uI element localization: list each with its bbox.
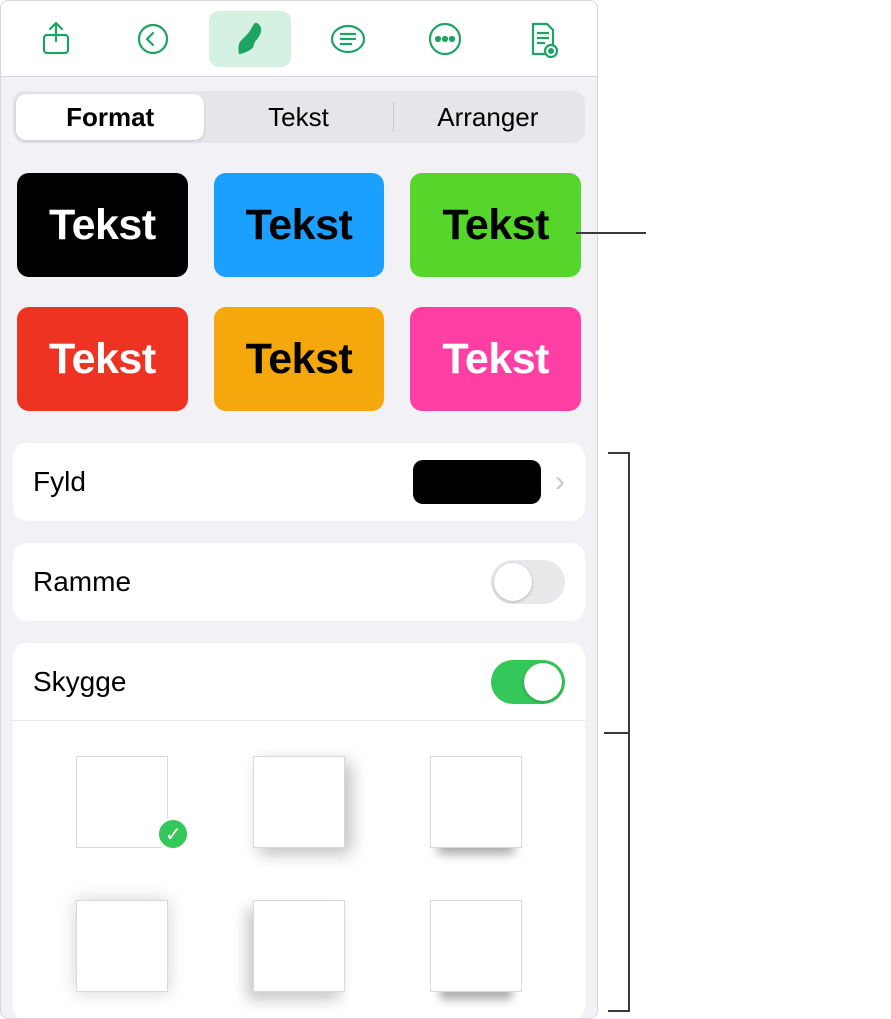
text-style-5[interactable]: Tekst [214, 307, 385, 411]
shadow-option-4[interactable] [53, 891, 190, 1001]
fill-card: Fyld › [13, 443, 585, 521]
document-view-icon [522, 19, 562, 59]
document-options-button[interactable] [501, 11, 583, 67]
undo-button[interactable] [112, 11, 194, 67]
text-style-label: Tekst [246, 201, 353, 250]
format-inspector-panel: Format Tekst Arranger Tekst Tekst Tekst … [0, 0, 598, 1019]
paintbrush-icon [230, 19, 270, 59]
shadow-toggle[interactable] [491, 660, 565, 704]
text-style-label: Tekst [49, 335, 156, 384]
text-style-label: Tekst [246, 335, 353, 384]
shadow-preview [76, 756, 168, 848]
chevron-right-icon: › [555, 465, 565, 499]
tab-arrange-label: Arranger [437, 102, 538, 133]
segmented-control: Format Tekst Arranger [13, 91, 585, 143]
tab-format-label: Format [66, 102, 154, 133]
text-style-3[interactable]: Tekst [410, 173, 581, 277]
shadow-label: Skygge [33, 666, 491, 698]
tab-text[interactable]: Tekst [204, 94, 392, 140]
format-button[interactable] [209, 11, 291, 67]
shadow-preview [430, 900, 522, 992]
fill-color-swatch [413, 460, 541, 504]
shadow-option-1[interactable]: ✓ [53, 747, 190, 857]
shadow-card: Skygge ✓ [13, 643, 585, 1018]
callout-line-styles [576, 232, 646, 234]
border-label: Ramme [33, 566, 491, 598]
toolbar [1, 1, 597, 77]
insert-button[interactable] [307, 11, 389, 67]
shadow-preview [253, 900, 345, 992]
tab-arrange[interactable]: Arranger [394, 94, 582, 140]
shadow-preview [253, 756, 345, 848]
text-style-label: Tekst [49, 201, 156, 250]
text-style-label: Tekst [442, 201, 549, 250]
text-style-label: Tekst [442, 335, 549, 384]
shadow-option-5[interactable] [230, 891, 367, 1001]
text-style-2[interactable]: Tekst [214, 173, 385, 277]
border-toggle[interactable] [491, 560, 565, 604]
text-style-4[interactable]: Tekst [17, 307, 188, 411]
border-card: Ramme [13, 543, 585, 621]
share-button[interactable] [15, 11, 97, 67]
fill-row[interactable]: Fyld › [13, 443, 585, 521]
toggle-knob [494, 563, 532, 601]
text-style-6[interactable]: Tekst [410, 307, 581, 411]
border-row: Ramme [13, 543, 585, 621]
checkmark-icon: ✓ [156, 817, 190, 851]
tab-format[interactable]: Format [16, 94, 204, 140]
text-style-1[interactable]: Tekst [17, 173, 188, 277]
undo-icon [133, 19, 173, 59]
text-style-grid: Tekst Tekst Tekst Tekst Tekst Tekst [13, 173, 585, 411]
share-icon [36, 19, 76, 59]
shadow-options-grid: ✓ [13, 721, 585, 1011]
toggle-knob [524, 663, 562, 701]
shadow-preview [76, 900, 168, 992]
shadow-option-6[interactable] [408, 891, 545, 1001]
format-content: Format Tekst Arranger Tekst Tekst Tekst … [1, 77, 597, 1018]
shadow-header: Skygge [13, 643, 585, 721]
more-button[interactable] [404, 11, 486, 67]
more-icon [425, 19, 465, 59]
fill-label: Fyld [33, 466, 413, 498]
list-icon [328, 19, 368, 59]
shadow-preview [430, 756, 522, 848]
tab-text-label: Tekst [268, 102, 329, 133]
shadow-option-2[interactable] [230, 747, 367, 857]
shadow-option-3[interactable] [408, 747, 545, 857]
callout-bracket-settings [608, 452, 630, 1012]
